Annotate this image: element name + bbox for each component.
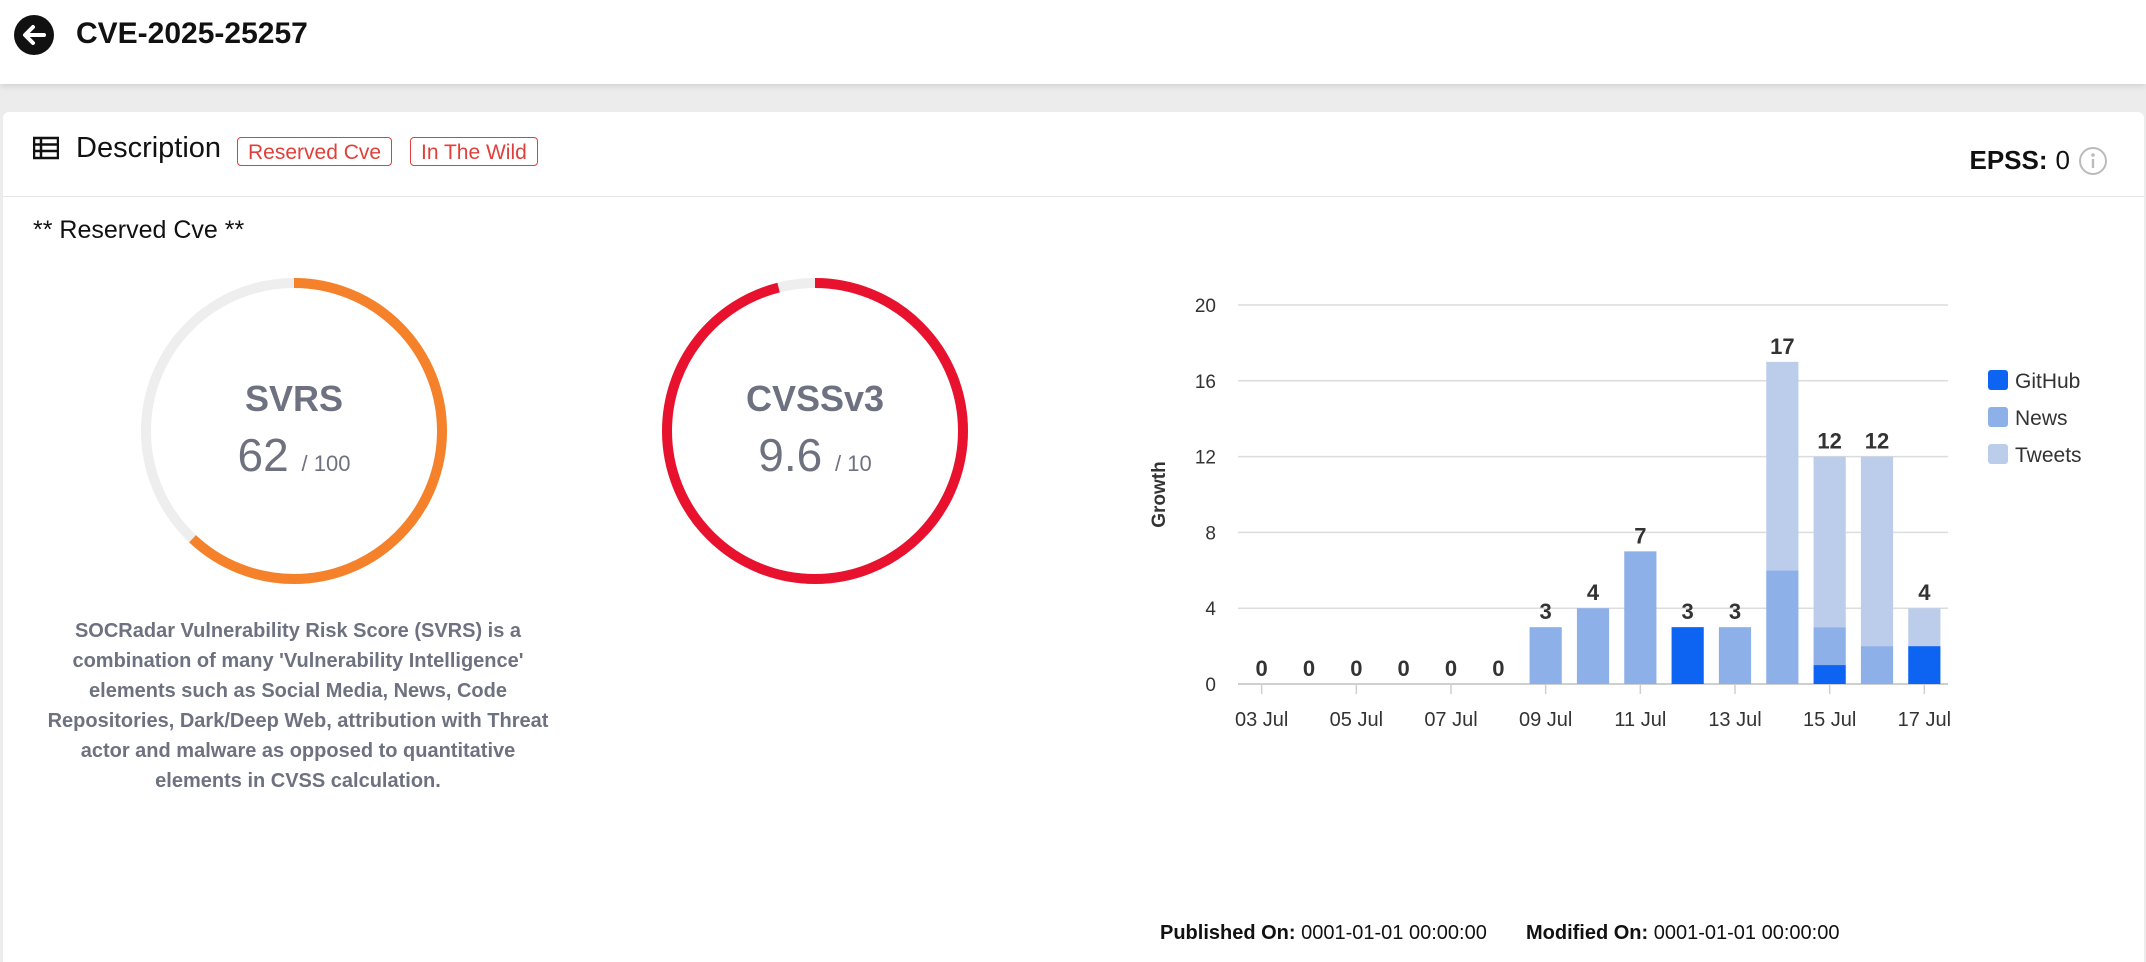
data-label: 3 [1729,599,1741,624]
y-tick-label: 20 [1195,296,1216,317]
svrs-gauge: SVRS 62 / 100 [139,276,449,586]
svrs-description: SOCRadar Vulnerability Risk Score (SVRS)… [47,620,549,792]
description-card: Description Reserved Cve In The Wild EPS… [3,112,2144,962]
bar-segment-github [1813,665,1846,684]
published-value: 0001-01-01 00:00:00 [1301,922,1487,944]
y-tick-label: 12 [1195,448,1216,469]
legend-swatch-tweets [1988,444,2008,464]
legend-swatch-github [1988,370,2008,390]
data-label: 0 [1445,656,1457,681]
y-tick-label: 4 [1205,599,1216,620]
growth-chart-svg: 0 4 8 12 16 20 Growth 0 0 0 0 0 0 3 4 7 3 3 17 12 12 4 03 Jul 0… [1149,296,2082,731]
data-label: 0 [1398,656,1410,681]
bar-segment-news [1813,627,1846,666]
modified-label: Modified On: [1525,922,1649,944]
legend-swatch-news [1988,407,2008,427]
epss-value: 0 [2055,145,2070,175]
epss-label: EPSS: [1969,145,2048,175]
svrs-label: SVRS [244,378,344,419]
publish-modify-info: Published On: 0001-01-01 00:00:00 Modifi… [1160,922,1839,945]
x-tick-label: 07 Jul [1424,709,1477,731]
data-label: 17 [1770,334,1794,359]
svrs-value: 62 / 100 [139,428,449,482]
y-axis-label: Growth [1149,461,1170,528]
data-label: 3 [1682,599,1694,624]
bar-segment-news [1766,570,1799,684]
modified-value: 0001-01-01 00:00:00 [1653,922,1840,944]
data-label: 12 [1817,429,1841,454]
info-icon[interactable] [2078,146,2108,176]
x-tick-label: 09 Jul [1519,709,1572,731]
bar-segment-tweets [1766,361,1799,571]
growth-chart: 0 4 8 12 16 20 Growth 0 0 0 0 0 0 3 4 7 3 3 17 12 12 4 03 Jul 0… [1143,260,2133,900]
card-header: Description Reserved Cve In The Wild EPS… [3,112,2144,197]
data-label: 12 [1865,429,1889,454]
legend-label-tweets: Tweets [2015,444,2082,467]
bar-segment-tweets [1860,456,1894,647]
section-title: Description [76,132,222,164]
data-label: 4 [1918,580,1931,605]
legend-label-news: News [2015,407,2068,430]
bar-segment-github [1908,646,1941,684]
x-tick-label: 15 Jul [1803,709,1856,731]
description-text: ** Reserved Cve ** [33,216,245,244]
tag-reserved-cve[interactable]: Reserved Cve [237,137,393,166]
svrs-score: 62 [237,429,289,481]
y-tick-label: 0 [1205,675,1216,696]
bar-segment-tweets [1813,456,1846,628]
page-title: CVE-2025-25257 [76,17,308,50]
list-icon [33,136,59,160]
arrow-left-icon [23,25,46,45]
bar-segment-github [1671,627,1704,684]
cvss-label: CVSSv3 [745,378,885,419]
tag-in-the-wild[interactable]: In The Wild [410,137,538,166]
bar-segment-news [1576,608,1610,684]
top-bar: CVE-2025-25257 [0,0,2146,84]
x-tick-label: 13 Jul [1708,709,1761,731]
bar-segment-news [1529,627,1562,684]
epss-score: EPSS: 0 [1970,145,2109,176]
x-tick-label: 17 Jul [1898,709,1951,731]
x-tick-label: 05 Jul [1330,709,1383,731]
back-button[interactable] [14,15,54,55]
data-label: 0 [1350,656,1362,681]
bar-segment-tweets [1908,608,1941,647]
data-label: 0 [1492,656,1504,681]
cvss-gauge: CVSSv3 9.6 / 10 [660,276,970,586]
data-label: 3 [1540,599,1552,624]
bar-segment-news [1860,646,1894,684]
data-label: 7 [1634,523,1646,548]
cvss-max: / 10 [835,451,872,476]
cvss-score: 9.6 [758,429,823,481]
y-tick-label: 16 [1195,372,1216,393]
data-label: 0 [1256,656,1268,681]
published-label: Published On: [1160,922,1296,944]
cvss-value: 9.6 / 10 [660,428,970,482]
x-tick-label: 03 Jul [1235,709,1288,731]
data-label: 0 [1303,656,1315,681]
bar-segment-news [1624,551,1657,684]
x-tick-label: 11 Jul [1614,709,1666,731]
svrs-max: / 100 [301,451,351,476]
legend-label-github: GitHub [2015,370,2080,393]
data-label: 4 [1587,580,1600,605]
bar-segment-news [1718,627,1752,684]
y-tick-label: 8 [1205,523,1216,544]
